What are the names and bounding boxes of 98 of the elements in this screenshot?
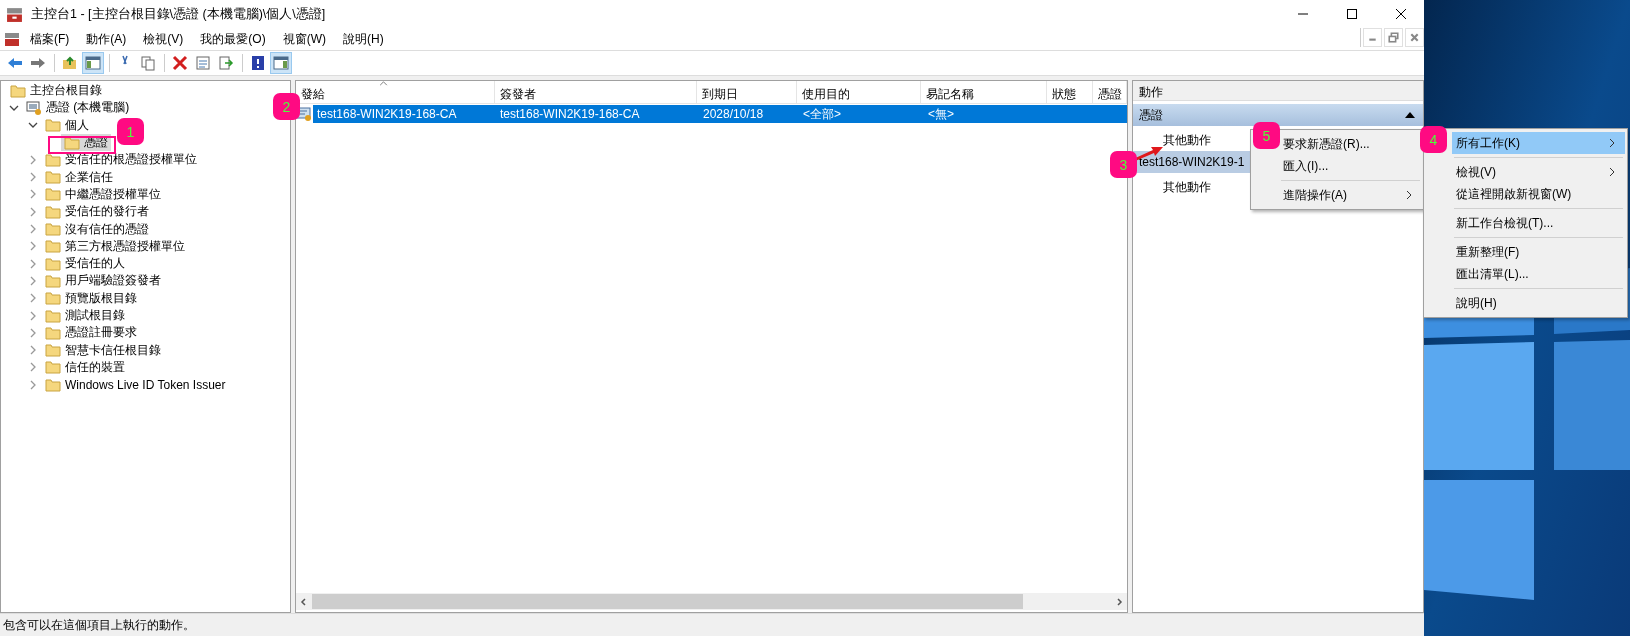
status-bar: 包含可以在這個項目上執行的動作。 (0, 613, 1424, 636)
step-badge: 4 (1420, 126, 1447, 153)
column-header[interactable]: 簽發者 (495, 81, 697, 103)
chevron-right-icon[interactable] (28, 172, 38, 183)
menu-item[interactable]: 要求新憑證(R)... (1279, 133, 1422, 155)
chevron-right-icon[interactable] (28, 241, 38, 252)
chevron-right-icon[interactable] (28, 206, 38, 217)
tree-item[interactable]: 測試根目錄 (42, 307, 128, 324)
menu-item[interactable]: 重新整理(F) (1452, 241, 1625, 263)
table-cell-text: 2028/10/18 (702, 107, 765, 121)
folder-icon (45, 186, 61, 203)
scroll-left-icon[interactable] (300, 597, 308, 606)
column-header[interactable]: 憑證 (1093, 81, 1127, 103)
folder-icon (45, 376, 61, 393)
menu-item[interactable]: 說明(H) (343, 30, 384, 48)
step-badge: 1 (117, 118, 144, 145)
chevron-right-icon[interactable] (28, 258, 38, 269)
highlight-frame (48, 136, 116, 154)
chevron-right-icon[interactable] (28, 310, 38, 321)
scroll-right-icon[interactable] (1115, 597, 1123, 606)
tree-item[interactable]: 中繼憑證授權單位 (42, 185, 164, 203)
pane-title: 動作 (1133, 81, 1423, 101)
folder-icon (45, 255, 61, 272)
tree-item[interactable]: 受信任的發行者 (42, 203, 152, 221)
menu-item[interactable]: 匯出清單(L)... (1452, 263, 1625, 285)
folder-icon (45, 359, 61, 376)
tree-item[interactable]: 企業信任 (42, 168, 116, 186)
menu-item[interactable]: 進階操作(A) (1279, 184, 1422, 206)
folder-icon (45, 169, 61, 186)
column-header[interactable]: 使用目的 (796, 81, 921, 103)
action-pane-icon[interactable] (270, 52, 292, 74)
column-header[interactable]: 狀態 (1047, 81, 1094, 103)
step-badge: 2 (273, 93, 300, 120)
horizontal-scrollbar[interactable] (296, 593, 1127, 610)
tree-item[interactable]: 主控台根目錄 (7, 82, 105, 100)
toolbox-icon (6, 5, 23, 23)
close-icon[interactable] (1395, 8, 1407, 20)
step-badge: 3 (1110, 151, 1137, 178)
tree-item[interactable]: 憑證註冊要求 (42, 324, 140, 342)
menu-item[interactable]: 所有工作(K) (1452, 132, 1625, 154)
folder-icon (45, 203, 61, 220)
menu-item[interactable]: 我的最愛(O) (200, 30, 266, 48)
folder-icon (45, 221, 61, 237)
menu-item[interactable]: 檢視(V) (1452, 161, 1625, 183)
tree-item[interactable]: 預覽版根目錄 (42, 289, 140, 307)
tree-item[interactable]: 用戶端驗證簽發者 (42, 272, 164, 290)
menu-item[interactable]: 新工作台檢視(T)... (1452, 212, 1625, 234)
folder-icon (10, 82, 26, 99)
menu-item[interactable]: 說明(H) (1452, 292, 1625, 314)
minimize-icon[interactable] (1363, 28, 1382, 47)
action-group-header[interactable]: 憑證 (1133, 104, 1423, 126)
tree-item[interactable]: 智慧卡信任根目錄 (42, 341, 164, 359)
table-cell-text: <無> (927, 105, 955, 123)
folder-icon (45, 238, 61, 255)
chevron-right-icon[interactable] (28, 345, 38, 356)
menu-item[interactable]: 從這裡開啟新視窗(W) (1452, 183, 1625, 205)
tree-item[interactable]: 個人 (42, 116, 92, 134)
tree-item[interactable]: 信任的裝置 (42, 358, 128, 376)
maximize-icon[interactable] (1346, 8, 1358, 20)
triangle-up-icon[interactable] (1405, 112, 1415, 118)
table-cell-text: test168-WIN2K19-168-CA (316, 107, 458, 121)
menu-item[interactable]: 檢視(V) (143, 30, 184, 48)
table-row[interactable]: test168-WIN2K19-168-CA test168-WIN2K19-168-CA 2028/10/18 <全部> <無> (313, 105, 1127, 123)
folder-icon (45, 342, 61, 359)
folder-icon (45, 272, 61, 289)
computer-certificate-icon (26, 99, 42, 116)
table-cell-text: test168-WIN2K19-168-CA (499, 107, 641, 121)
folder-icon (45, 307, 61, 324)
window-title: 主控台1 - [主控台根目錄\憑證 (本機電腦)\個人\憑證] (31, 5, 326, 23)
step-badge: 5 (1253, 122, 1280, 149)
menu-item[interactable]: 視窗(W) (282, 30, 326, 48)
tree-item[interactable]: 沒有信任的憑證 (42, 220, 152, 238)
folder-icon (45, 117, 61, 134)
tree-item[interactable]: 受信任的人 (42, 255, 128, 273)
chevron-right-icon[interactable] (28, 154, 38, 165)
toolbox-icon[interactable] (4, 31, 20, 47)
chevron-right-icon[interactable] (28, 224, 38, 234)
menu-item[interactable]: 動作(A) (86, 30, 127, 48)
restore-icon[interactable] (1384, 28, 1403, 47)
chevron-right-icon[interactable] (28, 362, 38, 373)
chevron-right-icon[interactable] (28, 275, 38, 286)
sort-caret-icon (379, 81, 389, 86)
folder-icon (45, 151, 61, 168)
column-header[interactable]: 易記名稱 (920, 81, 1048, 103)
tree-pane-icon[interactable] (82, 52, 104, 74)
tree-item[interactable]: 第三方根憑證授權單位 (42, 237, 188, 255)
chevron-right-icon[interactable] (28, 327, 38, 338)
column-header[interactable]: 到期日 (697, 81, 797, 103)
chevron-right-icon[interactable] (28, 189, 38, 200)
tree-item[interactable]: Windows Live ID Token Issuer (42, 376, 229, 394)
folder-icon (45, 324, 61, 341)
chevron-right-icon[interactable] (28, 379, 38, 390)
menu-item[interactable]: 匯入(I)... (1279, 155, 1422, 177)
chevron-right-icon[interactable] (28, 293, 38, 304)
tree-item[interactable]: 憑證 (本機電腦) (23, 99, 133, 117)
menu-item[interactable]: 檔案(F) (30, 30, 70, 48)
table-cell-text: <全部> (802, 105, 842, 123)
folder-icon (45, 290, 61, 307)
